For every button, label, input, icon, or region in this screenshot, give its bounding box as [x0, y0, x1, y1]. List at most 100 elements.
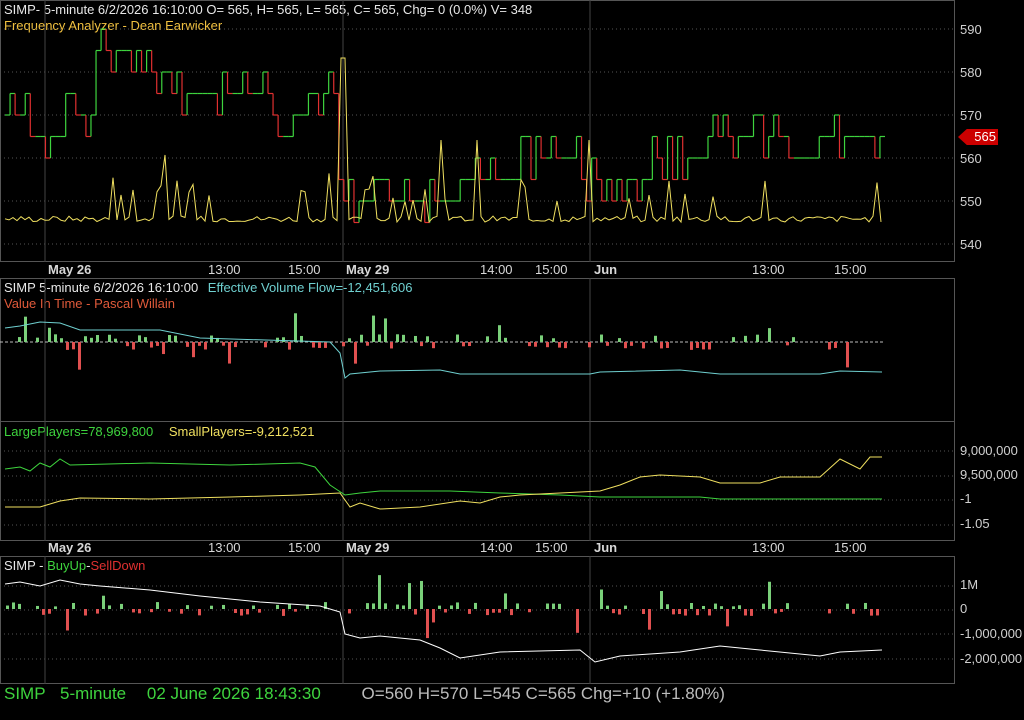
bs-bar-690 [690, 603, 693, 609]
date-may29-b: May 29 [346, 540, 390, 555]
evf-bar-708 [708, 342, 711, 350]
evf-bar-546 [546, 342, 549, 348]
last-price-tag: 565 [958, 129, 998, 145]
bs-bar-102 [102, 595, 105, 609]
bs-bar-432 [432, 609, 435, 623]
bs-bar-768 [768, 581, 771, 609]
evf-bar-324 [324, 342, 327, 348]
bs-bar-552 [552, 603, 555, 609]
evf-bar-378 [378, 334, 381, 342]
players-chart [0, 421, 955, 541]
players-tick-0: 9,000,000 [960, 443, 1018, 458]
evf-bar-540 [540, 335, 543, 342]
evf-bar-36 [36, 337, 39, 342]
bs-bar-612 [612, 609, 615, 614]
bs-bar-408 [408, 583, 411, 609]
bs-bar-36 [36, 605, 39, 609]
time-1500-b-b: 15:00 [535, 540, 568, 555]
time-1500-b: 15:00 [535, 262, 568, 277]
evf-chart [0, 278, 885, 422]
bs-bar-600 [600, 589, 603, 609]
bs-bar-498 [498, 609, 501, 613]
bs-bar-96 [96, 609, 99, 614]
bs-bar-414 [414, 609, 417, 615]
bs-bar-528 [528, 609, 531, 613]
bs-bar-252 [252, 605, 255, 609]
bs-bar-576 [576, 609, 579, 633]
evf-bar-792 [792, 337, 795, 342]
time-1400: 14:00 [480, 262, 513, 277]
bs-bar-666 [666, 604, 669, 609]
evf-bar-288 [288, 342, 291, 350]
bs-bar-474 [474, 602, 477, 609]
evf-bar-312 [312, 342, 315, 348]
bs-bar-402 [402, 605, 405, 609]
date-jun: Jun [594, 262, 618, 277]
bs-bar-642 [642, 609, 645, 615]
bs-bar-780 [780, 609, 783, 612]
bs-bar-72 [72, 602, 75, 609]
time-1500-c-b: 15:00 [834, 540, 867, 555]
bs-bar-378 [378, 575, 381, 609]
status-symbol: SIMP [4, 684, 46, 703]
players-tick-2: -1 [960, 491, 972, 506]
bs-bar-876 [876, 609, 879, 616]
bs-bar-786 [786, 603, 789, 609]
evf-bar-504 [504, 337, 507, 342]
evf-bar-756 [756, 334, 759, 342]
bs-bar-606 [606, 605, 609, 609]
buysell-chart [0, 556, 955, 684]
bs-bar-372 [372, 603, 375, 609]
evf-bar-414 [414, 335, 417, 342]
bs-bar-678 [678, 609, 681, 615]
bs-bar-276 [276, 604, 279, 609]
evf-bar-78 [78, 342, 81, 370]
evf-bar-630 [630, 342, 633, 346]
bs-bar-168 [168, 609, 171, 612]
evf-bar-396 [396, 334, 399, 342]
evf-bar-318 [318, 342, 321, 348]
evf-bar-150 [150, 342, 153, 348]
bs-bar-222 [222, 604, 225, 609]
status-interval: 5-minute [60, 684, 127, 703]
bs-bar-348 [348, 609, 351, 614]
players-tick-3: -1.05 [960, 516, 990, 531]
evf-bar-558 [558, 342, 561, 348]
bs-bar-438 [438, 605, 441, 609]
evf-bar-360 [360, 334, 363, 342]
evf-bar-600 [600, 334, 603, 342]
evf-bar-390 [390, 342, 393, 349]
evf-bar-48 [48, 327, 51, 342]
evf-bar-228 [228, 342, 231, 364]
price-tick-5: 540 [960, 237, 982, 252]
small-players-line [5, 456, 882, 510]
large-players-line [4, 458, 882, 500]
evf-bar-432 [432, 342, 435, 349]
bs-bar-738 [738, 605, 741, 609]
status-bar: SIMP 5-minute 02 June 2026 18:43:30 O=56… [4, 684, 725, 704]
evf-bar-294 [294, 313, 297, 342]
bs-bar-546 [546, 603, 549, 609]
bs-bar-66 [66, 609, 69, 631]
evf-bar-606 [606, 342, 609, 346]
bs-bar-42 [42, 609, 45, 615]
evf-bar-528 [528, 342, 531, 347]
evf-bar-846 [846, 342, 849, 368]
bs-bar-744 [744, 609, 747, 616]
evf-bar-222 [222, 342, 225, 346]
bs-bar-672 [672, 609, 675, 615]
bs-bar-240 [240, 609, 243, 616]
evf-bar-744 [744, 335, 747, 342]
bs-bar-828 [828, 609, 831, 614]
evf-bar-732 [732, 337, 735, 342]
evf-bar-786 [786, 342, 789, 346]
bs-bar-684 [684, 609, 687, 616]
time-1300-a-b: 13:00 [208, 540, 241, 555]
time-1300-a: 13:00 [208, 262, 241, 277]
bs-bar-396 [396, 604, 399, 609]
evf-bar-354 [354, 342, 357, 364]
bs-bar-504 [504, 593, 507, 609]
evf-line [4, 321, 883, 379]
evf-bar-192 [192, 342, 195, 358]
evf-bar-174 [174, 335, 177, 342]
